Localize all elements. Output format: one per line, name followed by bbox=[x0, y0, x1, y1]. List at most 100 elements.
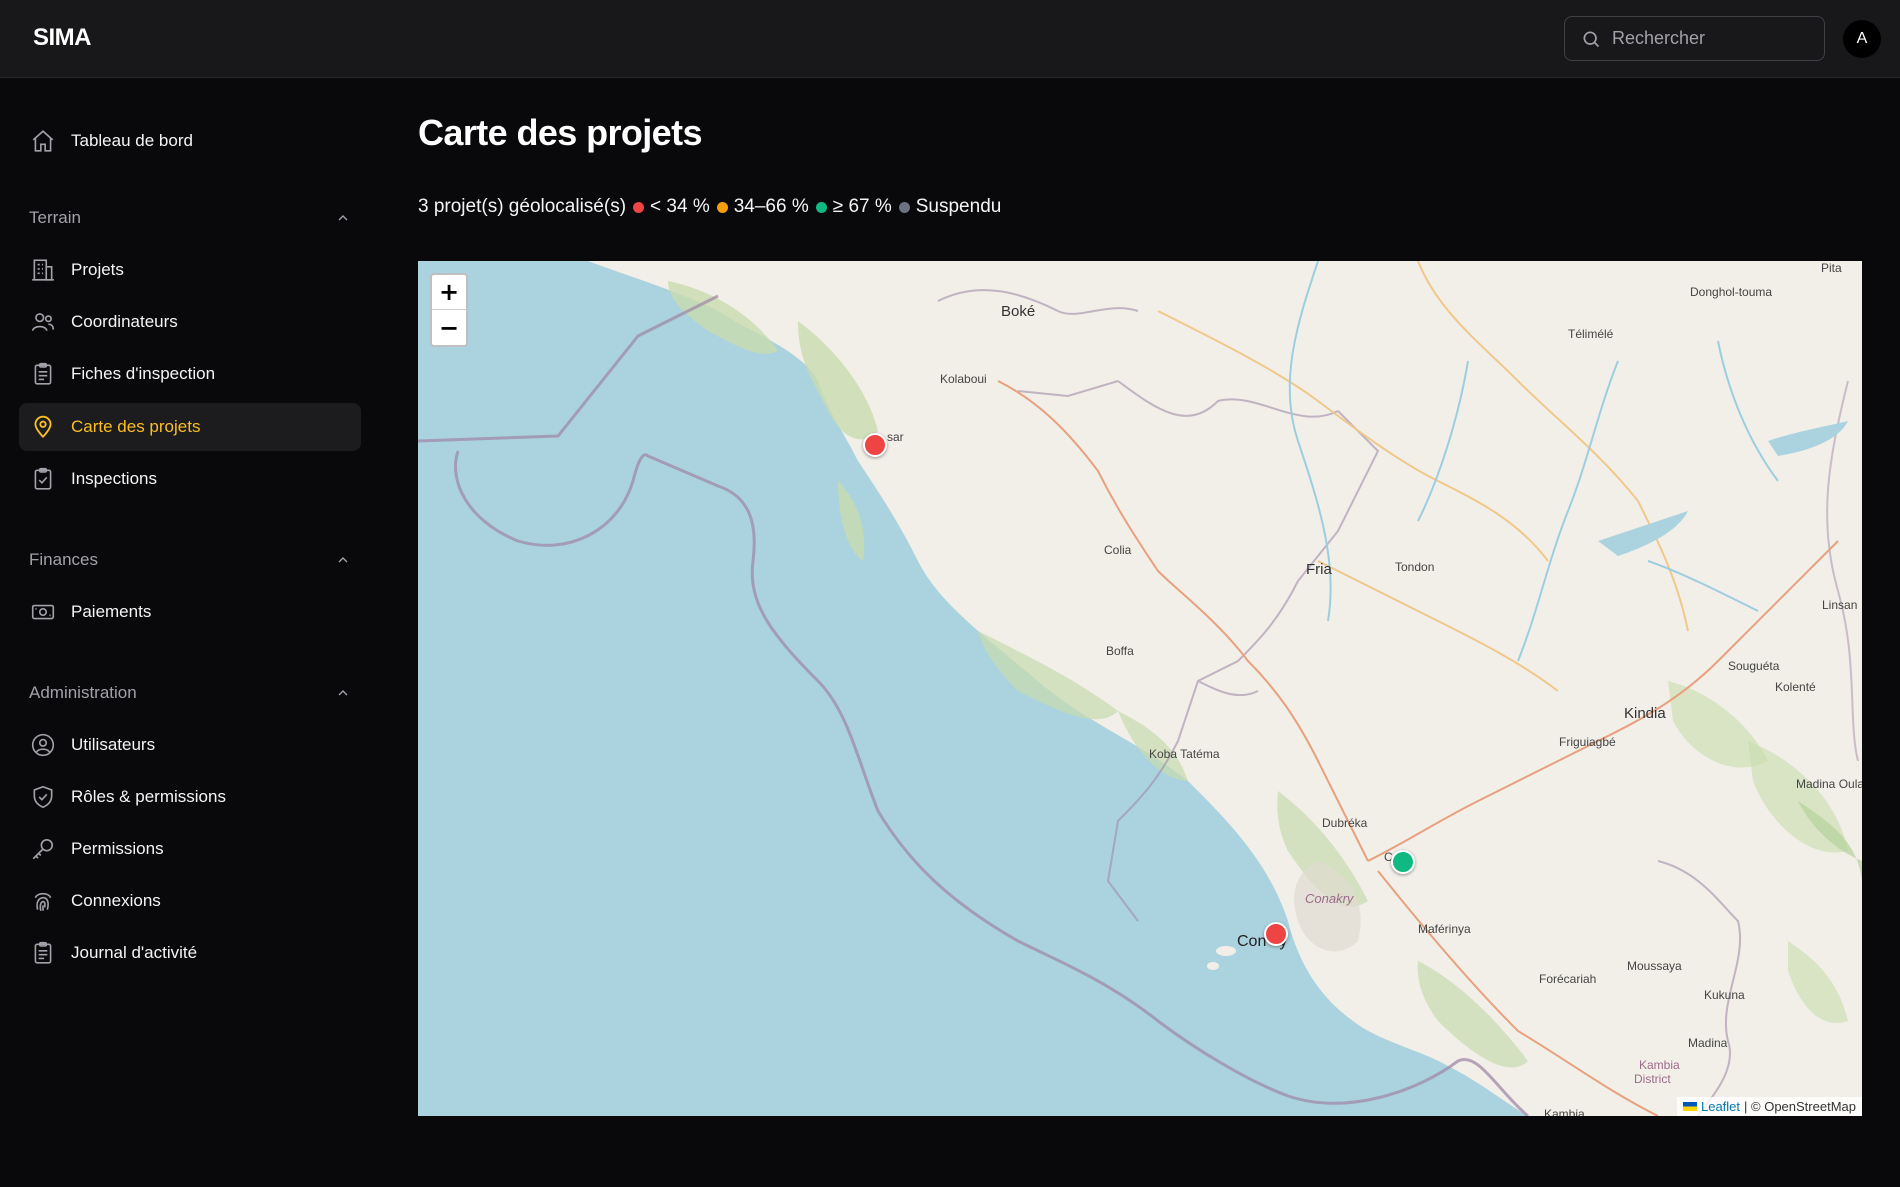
sidebar-item-label: Permissions bbox=[71, 839, 164, 858]
map-label: Colia bbox=[1104, 543, 1132, 557]
fingerprint-icon bbox=[29, 887, 57, 915]
map-pin-icon bbox=[29, 413, 57, 441]
map-label: Kolenté bbox=[1775, 680, 1816, 694]
map-label: Con bbox=[1237, 933, 1267, 950]
project-marker[interactable] bbox=[863, 433, 887, 457]
user-circle-icon bbox=[29, 731, 57, 759]
brand-logo[interactable]: SIMA bbox=[33, 24, 92, 52]
legend-dot-red bbox=[633, 201, 645, 213]
legend-dot-green bbox=[815, 201, 827, 213]
map-label: Koba Tatéma bbox=[1149, 747, 1220, 761]
sidebar-item-label: Coordinateurs bbox=[71, 312, 178, 331]
sidebar-item-label: Inspections bbox=[71, 469, 157, 488]
sidebar-item-inspections[interactable]: Inspections bbox=[19, 455, 361, 503]
sidebar-item-label: Fiches d'inspection bbox=[71, 364, 216, 383]
chevron-up-icon bbox=[338, 215, 348, 221]
search-box[interactable] bbox=[1564, 16, 1825, 61]
section-finances[interactable]: Finances bbox=[29, 545, 351, 575]
map-label: Conakry bbox=[1305, 891, 1354, 906]
map-label: Linsan bbox=[1822, 598, 1858, 612]
clipboard-check-icon bbox=[29, 465, 57, 493]
legend-label: < 34 % bbox=[650, 196, 710, 217]
map-label: sar bbox=[887, 430, 904, 444]
map-label: Madina bbox=[1688, 1036, 1728, 1050]
sidebar: Tableau de bord Terrain Projets Coordina… bbox=[0, 78, 380, 1187]
map-label: Tondon bbox=[1395, 560, 1435, 574]
project-count: 3 projet(s) géolocalisé(s) bbox=[418, 196, 627, 217]
sidebar-item-connexions[interactable]: Connexions bbox=[19, 877, 361, 925]
sidebar-item-projets[interactable]: Projets bbox=[19, 246, 361, 294]
legend-label: 34–66 % bbox=[733, 196, 809, 217]
shield-check-icon bbox=[29, 783, 57, 811]
clipboard-list-icon bbox=[29, 360, 57, 388]
map-label: Kukuna bbox=[1704, 988, 1745, 1002]
sidebar-item-permissions[interactable]: Permissions bbox=[19, 825, 361, 873]
sidebar-item-label: Rôles & permissions bbox=[71, 787, 226, 806]
map-attribution: Leaflet | © OpenStreetMap bbox=[1676, 1097, 1862, 1116]
map-label: Boffa bbox=[1106, 644, 1134, 658]
legend-dot-orange bbox=[716, 201, 728, 213]
users-icon bbox=[29, 308, 57, 336]
sidebar-item-label: Carte des projets bbox=[71, 417, 201, 436]
search-icon bbox=[1583, 31, 1600, 48]
project-map[interactable]: Boké Télimélé Donghol-touma Pita Kolabou… bbox=[418, 261, 1862, 1116]
map-label: Pita bbox=[1821, 261, 1842, 275]
sidebar-item-coordinateurs[interactable]: Coordinateurs bbox=[19, 298, 361, 346]
legend-dot-gray bbox=[898, 201, 910, 213]
sidebar-item-label: Tableau de bord bbox=[71, 131, 193, 150]
attribution-text: | © OpenStreetMap bbox=[1744, 1099, 1856, 1114]
map-label: Souguéta bbox=[1728, 659, 1780, 673]
map-label: Friguiagbé bbox=[1559, 735, 1616, 749]
sidebar-item-label: Utilisateurs bbox=[71, 735, 156, 754]
legend-label: Suspendu bbox=[915, 196, 1002, 217]
map-label: Maférinya bbox=[1418, 922, 1471, 936]
chevron-up-icon bbox=[338, 557, 348, 563]
avatar[interactable]: A bbox=[1843, 20, 1881, 58]
top-bar: SIMA A bbox=[0, 0, 1900, 78]
map-label: Kindia bbox=[1624, 705, 1666, 722]
section-administration[interactable]: Administration bbox=[29, 678, 351, 708]
map-label: Télimélé bbox=[1568, 327, 1614, 341]
project-marker[interactable] bbox=[1264, 922, 1288, 946]
key-icon bbox=[29, 835, 57, 863]
map-label: Fria bbox=[1306, 561, 1332, 578]
sidebar-item-fiches[interactable]: Fiches d'inspection bbox=[19, 350, 361, 398]
map-label: Madina Oula bbox=[1796, 777, 1862, 791]
map-label: Donghol-touma bbox=[1690, 285, 1773, 299]
sidebar-item-label: Connexions bbox=[71, 891, 161, 910]
section-label: Administration bbox=[29, 683, 137, 702]
sidebar-item-utilisateurs[interactable]: Utilisateurs bbox=[19, 721, 361, 769]
map-label: Dubréka bbox=[1322, 816, 1368, 830]
map-label: Forécariah bbox=[1539, 972, 1597, 986]
sidebar-item-label: Paiements bbox=[71, 602, 152, 621]
building-icon bbox=[29, 256, 57, 284]
map-label: District bbox=[1634, 1072, 1671, 1086]
zoom-out-button[interactable]: − bbox=[432, 310, 466, 345]
sidebar-item-label: Journal d'activité bbox=[71, 943, 198, 962]
section-label: Terrain bbox=[29, 208, 81, 227]
ukraine-flag-icon bbox=[1682, 1102, 1697, 1111]
map-legend: 3 projet(s) géolocalisé(s) < 34 % 34–66 … bbox=[418, 196, 1001, 218]
sidebar-item-label: Projets bbox=[71, 260, 124, 279]
section-label: Finances bbox=[29, 550, 98, 569]
project-marker[interactable] bbox=[1391, 850, 1415, 874]
map-label: Kolaboui bbox=[940, 372, 987, 386]
home-icon bbox=[29, 127, 57, 155]
search-input[interactable] bbox=[1612, 17, 1817, 60]
legend-label: ≥ 67 % bbox=[832, 196, 892, 217]
leaflet-link[interactable]: Leaflet bbox=[1701, 1099, 1740, 1114]
banknote-icon bbox=[29, 598, 57, 626]
section-terrain[interactable]: Terrain bbox=[29, 203, 351, 233]
page-title: Carte des projets bbox=[418, 112, 703, 153]
zoom-in-button[interactable]: + bbox=[432, 275, 466, 310]
sidebar-item-roles[interactable]: Rôles & permissions bbox=[19, 773, 361, 821]
sidebar-item-paiements[interactable]: Paiements bbox=[19, 588, 361, 636]
clipboard-list-icon bbox=[29, 939, 57, 967]
sidebar-item-journal[interactable]: Journal d'activité bbox=[19, 929, 361, 977]
chevron-up-icon bbox=[338, 690, 348, 696]
map-tiles[interactable] bbox=[418, 261, 1862, 1116]
sidebar-item-carte[interactable]: Carte des projets bbox=[19, 403, 361, 451]
sidebar-item-dashboard[interactable]: Tableau de bord bbox=[19, 117, 361, 165]
map-label: Kambia bbox=[1639, 1058, 1680, 1072]
map-label: Moussaya bbox=[1627, 959, 1682, 973]
